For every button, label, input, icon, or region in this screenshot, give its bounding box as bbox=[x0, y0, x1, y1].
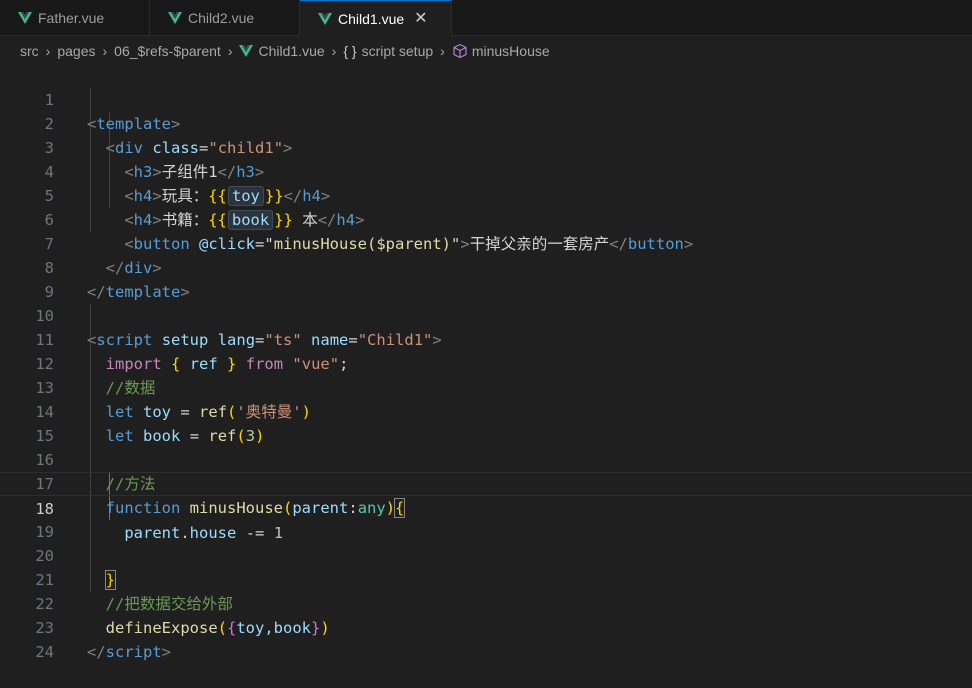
breadcrumb-label: pages bbox=[57, 43, 96, 59]
code-line: 3 <h3>子组件1</h3> bbox=[0, 112, 972, 181]
code-line: 12 //数据 bbox=[0, 328, 972, 397]
code-line: 16 //方法 bbox=[0, 424, 972, 493]
chevron-right-icon: › bbox=[102, 43, 108, 59]
tab-label: Father.vue bbox=[38, 9, 105, 26]
chevron-right-icon: › bbox=[45, 43, 51, 59]
line-number: 24 bbox=[35, 643, 54, 661]
chevron-right-icon: › bbox=[331, 43, 337, 59]
code-line: 10 <script setup lang="ts" name="Child1"… bbox=[0, 280, 972, 349]
code-line: 20 } bbox=[0, 520, 972, 590]
code-line: 9 bbox=[0, 256, 972, 301]
code-line: 11 import { ref } from "vue"; bbox=[0, 304, 972, 373]
code-line: 24 bbox=[0, 616, 972, 661]
current-code-line: 18 parent.house -= 1 bbox=[0, 472, 972, 542]
breadcrumb-label: minusHouse bbox=[471, 43, 550, 59]
code-line: 5 <h4>书籍：{{book}} 本</h4> bbox=[0, 160, 972, 230]
breadcrumb-label: 06_$refs-$parent bbox=[114, 43, 221, 59]
code-line: 1 <template> bbox=[0, 64, 972, 133]
code-editor[interactable]: 1 <template> 2 <div class="child1"> 3 <h… bbox=[0, 64, 972, 661]
vue-file-icon bbox=[239, 45, 254, 57]
code-line: 14 let book = ref(3) bbox=[0, 376, 972, 445]
breadcrumb-script-setup[interactable]: { } script setup bbox=[343, 43, 433, 59]
code-line: 7 </div> bbox=[0, 208, 972, 277]
code-line: 22 defineExpose({toy,book}) bbox=[0, 568, 972, 637]
cube-icon bbox=[452, 43, 468, 59]
tab-child2-vue[interactable]: Child2.vue bbox=[150, 0, 300, 35]
breadcrumb-pages[interactable]: pages bbox=[57, 43, 95, 59]
code-line: 4 <h4>玩具：{{toy}}</h4> bbox=[0, 136, 972, 206]
breadcrumb-file[interactable]: Child1.vue bbox=[239, 43, 325, 59]
code-line: 21 //把数据交给外部 bbox=[0, 544, 972, 613]
vue-file-icon bbox=[168, 11, 182, 24]
code-line: 2 <div class="child1"> bbox=[0, 88, 972, 157]
chevron-right-icon: › bbox=[227, 43, 233, 59]
code-line: 17 function minusHouse(parent:any){ bbox=[0, 448, 972, 518]
breadcrumb-folder[interactable]: 06_$refs-$parent bbox=[114, 43, 221, 59]
tab-child1-vue[interactable]: Child1.vue ✕ bbox=[300, 0, 452, 36]
braces-icon: { } bbox=[343, 43, 357, 59]
breadcrumb-label: script setup bbox=[361, 43, 434, 59]
editor-tab-bar: Father.vue Child2.vue Child1.vue ✕ bbox=[0, 0, 972, 36]
tab-father-vue[interactable]: Father.vue bbox=[0, 0, 150, 35]
chevron-right-icon: › bbox=[440, 43, 445, 59]
code-token: script bbox=[105, 643, 162, 661]
code-line: 6 <button @click="minusHouse($parent)">干… bbox=[0, 184, 972, 253]
breadcrumb-src[interactable]: src bbox=[20, 43, 39, 59]
close-icon[interactable]: ✕ bbox=[414, 10, 427, 27]
breadcrumb-method[interactable]: minusHouse bbox=[452, 43, 550, 59]
code-line: 13 let toy = ref('奥特曼') bbox=[0, 352, 972, 421]
breadcrumb: src › pages › 06_$refs-$parent › Child1.… bbox=[0, 36, 972, 66]
code-line: 19 bbox=[0, 496, 972, 541]
vue-file-icon bbox=[18, 11, 32, 24]
tab-label: Child2.vue bbox=[188, 9, 255, 26]
code-line: 15 bbox=[0, 400, 972, 445]
breadcrumb-label: Child1.vue bbox=[258, 43, 325, 59]
code-line: 23 </script> bbox=[0, 592, 972, 661]
code-line: 8 </template> bbox=[0, 232, 972, 301]
breadcrumb-label: src bbox=[20, 43, 39, 59]
vue-file-icon bbox=[318, 12, 332, 25]
tab-label: Child1.vue bbox=[338, 10, 405, 27]
